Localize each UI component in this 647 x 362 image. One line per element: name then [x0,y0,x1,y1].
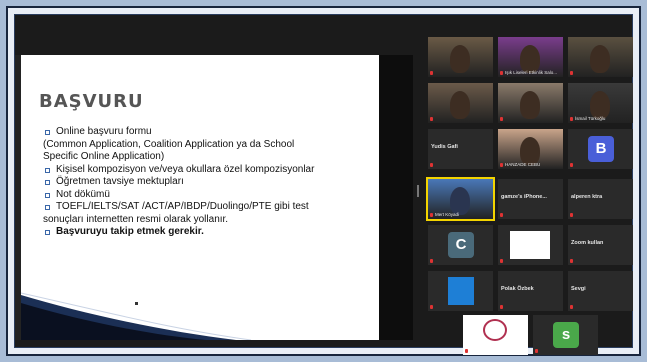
participant-tile[interactable] [498,225,563,265]
slide-bullet-text: Not dökümü [56,188,110,200]
participant-tile[interactable]: İsmail Türkoğlu [568,83,633,123]
school-logo-icon [483,319,507,341]
participant-tile[interactable] [428,83,493,123]
muted-mic-icon [500,259,503,263]
slide-bullet-text: Başvuruyu takip etmek gerekir. [56,226,204,237]
muted-mic-icon [500,213,503,217]
participant-video-figure [520,137,540,165]
muted-mic-icon [535,349,538,353]
participant-tile[interactable]: s [533,315,598,355]
participant-tile[interactable]: Polak Özbek [498,271,563,311]
slide-edge-strip [379,55,413,340]
shared-screen: BAŞVURU Online başvuru formu (Common Appl… [15,55,413,340]
muted-mic-icon [500,163,503,167]
participant-tile[interactable]: C [428,225,493,265]
participant-name-large: Polak Özbek [501,286,534,292]
participant-name-label: Mert Köyadi [435,212,460,217]
slide-bullet: TOEFL/IELTS/SAT /ACT/AP/IBDP/Duolingo/PT… [45,201,375,214]
slide-bullet-text: Online başvuru formu [56,126,152,137]
participant-tile[interactable]: gamze's iPhone... [498,179,563,219]
slide-bullet: Öğretmen tavsiye mektupları [45,176,375,189]
participant-avatar: C [448,232,474,258]
slide-bullet-text: sonuçları internetten resmi olarak yolla… [43,213,229,225]
participant-tile[interactable] [463,315,528,355]
muted-mic-icon [500,71,503,75]
participant-blue-video [448,277,474,305]
participant-tile[interactable] [498,83,563,123]
slide-bullet-text: Specific Online Application) [43,151,165,162]
bullet-square-icon [45,192,50,198]
slide-bullet-text: (Common Application, Coalition Applicati… [43,138,295,150]
muted-mic-icon [570,305,573,309]
participant-video-figure [590,91,610,119]
muted-mic-icon [430,305,433,309]
muted-mic-icon [500,117,503,121]
muted-mic-icon [430,71,433,75]
participant-tile[interactable]: B [568,129,633,169]
slide-bullet: Online başvuru formu [45,126,375,139]
participant-tile[interactable]: Sevgi [568,271,633,311]
muted-mic-icon [430,163,433,167]
participant-tile[interactable] [428,271,493,311]
participant-video-figure [520,91,540,119]
participant-video-figure [450,91,470,119]
participant-name-large: Sevgi [571,286,586,292]
slide-bullet-text: Öğretmen tavsiye mektupları [56,176,184,187]
split-divider-handle[interactable] [417,185,419,197]
muted-mic-icon [570,117,573,121]
participant-tile[interactable]: Işık Liseleri Etkinlik Salo... [498,37,563,77]
slide-bullet: Not dökümü [45,189,375,202]
participant-name-label: Işık Liseleri Etkinlik Salo... [505,70,558,75]
muted-mic-icon [500,305,503,309]
participant-video-figure [450,187,470,215]
bullet-square-icon [45,130,50,135]
participant-tile[interactable]: Yudis Gafi [428,129,493,169]
muted-mic-icon [430,213,433,217]
bullet-square-icon [45,230,50,235]
participant-tile[interactable] [428,37,493,77]
muted-mic-icon [570,259,573,263]
participant-blank-video [510,231,550,259]
participant-video-figure [450,45,470,73]
mouse-pointer [135,302,138,305]
slide-title: BAŞVURU [39,91,144,112]
participant-tile[interactable]: alperen ktra [568,179,633,219]
participant-video-figure [590,45,610,73]
muted-mic-icon [570,213,573,217]
muted-mic-icon [430,259,433,263]
participant-name-large: alperen ktra [571,194,603,200]
slide-bullet-list: Online başvuru formu (Common Application,… [43,126,375,239]
slide-bullet-text: TOEFL/IELTS/SAT /ACT/AP/IBDP/Duolingo/PT… [56,201,309,212]
muted-mic-icon [430,117,433,121]
slide-bullet: sonuçları internetten resmi olarak yolla… [43,214,375,227]
participant-tile[interactable]: Zoom kullan [568,225,633,265]
participant-video-figure [520,45,540,73]
bullet-square-icon [45,205,50,210]
participant-name-label: İsmail Türkoğlu [575,116,606,121]
bullet-square-icon [45,167,50,173]
muted-mic-icon [570,71,573,75]
muted-mic-icon [570,163,573,167]
slide-bullet: (Common Application, Coalition Applicati… [43,139,375,152]
bullet-square-icon [45,180,50,185]
participant-name-label: HANZADE CEBU [505,162,541,167]
muted-mic-icon [465,349,468,353]
participant-name-large: Zoom kullan [571,240,604,246]
participant-tile[interactable]: Mert Köyadi [426,177,495,221]
meeting-window: BAŞVURU Online başvuru formu (Common Appl… [14,14,634,355]
participant-gallery: Işık Liseleri Etkinlik Salo... İsmail Tür… [426,37,634,355]
slide-bullet: Kişisel kompozisyon ve/veya okullara öze… [45,164,375,177]
participant-tile[interactable] [568,37,633,77]
slide-swoosh-decoration [21,292,252,340]
presentation-slide: BAŞVURU Online başvuru formu (Common Appl… [21,55,379,340]
participant-name-large: gamze's iPhone... [501,194,547,200]
participant-avatar: s [553,322,579,348]
slide-bullet-text: Kişisel kompozisyon ve/veya okullara öze… [56,163,315,175]
participant-tile[interactable]: HANZADE CEBU [498,129,563,169]
slide-bullet: Başvuruyu takip etmek gerekir. [45,226,375,239]
slide-bullet: Specific Online Application) [43,151,375,164]
participant-avatar: B [588,136,614,162]
participant-name-large: Yudis Gafi [431,144,458,150]
